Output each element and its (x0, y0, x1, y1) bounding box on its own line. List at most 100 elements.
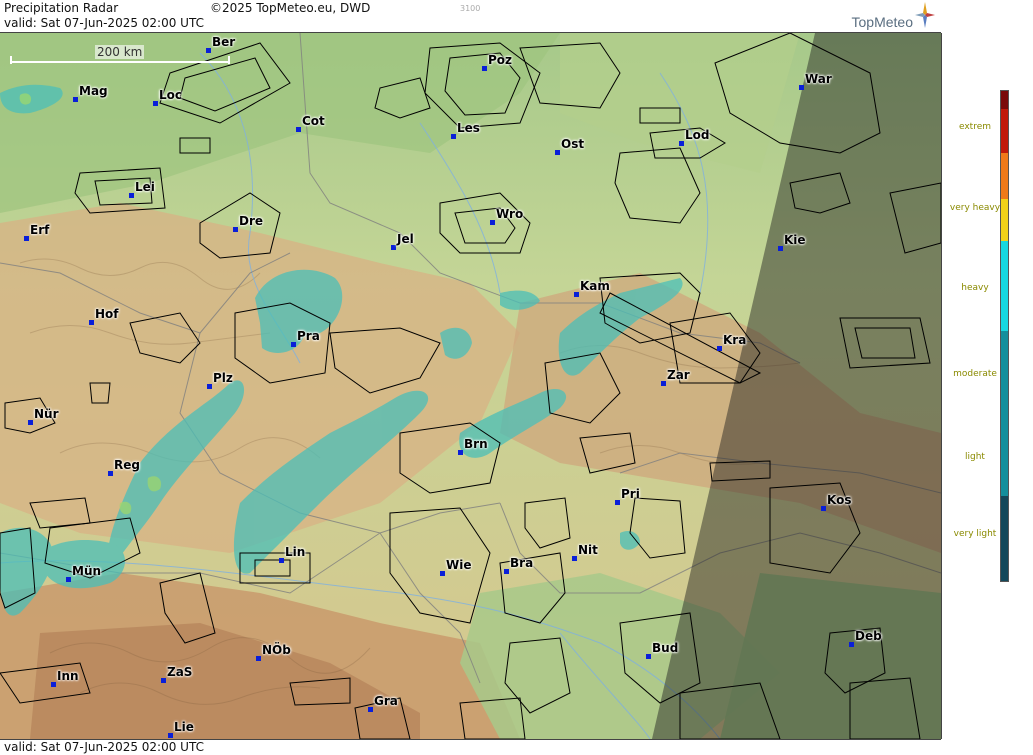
city-label: Kra (723, 333, 747, 347)
city-marker (615, 500, 620, 505)
city-marker (296, 127, 301, 132)
legend-swatch (1001, 153, 1008, 199)
city-label: ZaS (167, 665, 193, 679)
city-marker (206, 48, 211, 53)
city-marker (161, 678, 166, 683)
city-label: Lod (685, 128, 710, 142)
city-label: Zar (667, 368, 690, 382)
city-label: Bra (510, 556, 534, 570)
city-marker (391, 245, 396, 250)
legend-label: extrem (958, 122, 992, 132)
city-label: Loc (159, 88, 183, 102)
city-marker (28, 420, 33, 425)
city-label: Brn (464, 437, 488, 451)
city-label: Inn (57, 669, 79, 683)
city-marker (108, 471, 113, 476)
city-label: Lei (135, 180, 155, 194)
city-label: Jel (397, 232, 414, 246)
radar-map[interactable]: 200 km Ber Poz War Mag Loc Cot Les Lod Ost Lei Wro… (0, 33, 942, 739)
city-marker (73, 97, 78, 102)
city-marker (482, 66, 487, 71)
city-label: Bud (652, 641, 679, 655)
city-marker (799, 85, 804, 90)
city-label: Kam (580, 279, 610, 293)
city-marker (89, 320, 94, 325)
legend-color-bar (1000, 90, 1009, 582)
map-title: Precipitation Radar (4, 1, 119, 15)
footer-bar: valid: Sat 07-Jun-2025 02:00 UTC (0, 739, 941, 755)
legend-label: very heavy (949, 203, 1001, 213)
city-marker (129, 193, 134, 198)
city-label: Kie (784, 233, 806, 247)
copyright: ©2025 TopMeteo.eu, DWD (210, 1, 371, 15)
city-marker (368, 707, 373, 712)
city-label: Plz (213, 371, 233, 385)
legend-swatch (1001, 331, 1008, 496)
city-marker (679, 141, 684, 146)
city-label: NÖb (262, 643, 291, 657)
map-background (0, 33, 941, 739)
city-label: Hof (95, 307, 119, 321)
legend-label: heavy (961, 283, 989, 293)
city-label: Wie (446, 558, 472, 572)
city-label: Kos (827, 493, 852, 507)
city-marker (661, 381, 666, 386)
city-label: Ber (212, 35, 236, 49)
valid-time: valid: Sat 07-Jun-2025 02:00 UTC (4, 16, 204, 30)
city-label: Lie (174, 720, 194, 734)
city-marker (574, 292, 579, 297)
logo-text: TopMeteo (851, 14, 913, 30)
scale-label: 200 km (95, 45, 145, 59)
city-marker (555, 150, 560, 155)
scale-bar: 200 km (10, 45, 230, 65)
city-marker (451, 134, 456, 139)
legend-label: moderate (953, 369, 997, 379)
city-marker (458, 450, 463, 455)
legend-label: light (965, 452, 985, 462)
header-marker: 3100 (460, 4, 481, 13)
city-label: Reg (114, 458, 140, 472)
city-label: Nür (34, 407, 59, 421)
city-marker (153, 101, 158, 106)
city-label: Wro (496, 207, 524, 221)
city-label: Poz (488, 53, 513, 67)
footer-valid-time: valid: Sat 07-Jun-2025 02:00 UTC (4, 740, 204, 754)
city-marker (646, 654, 651, 659)
compass-icon (915, 2, 935, 28)
city-label: Ost (561, 137, 585, 151)
city-marker (291, 342, 296, 347)
city-marker (572, 556, 577, 561)
city-label: War (805, 72, 832, 86)
city-marker (24, 236, 29, 241)
city-marker (821, 506, 826, 511)
city-label: Nit (578, 543, 598, 557)
city-marker (256, 656, 261, 661)
city-label: Erf (30, 223, 50, 237)
intensity-legend: extrem very heavy heavy moderate light very l… (942, 0, 1033, 754)
city-marker (849, 642, 854, 647)
city-label: Mün (72, 564, 102, 578)
legend-label: very light (953, 529, 997, 539)
city-label: Mag (79, 84, 108, 98)
city-marker (440, 571, 445, 576)
header-bar: Precipitation Radar valid: Sat 07-Jun-20… (0, 0, 941, 33)
city-marker (778, 246, 783, 251)
city-marker (168, 733, 173, 738)
city-marker (207, 384, 212, 389)
city-marker (233, 227, 238, 232)
city-marker (51, 682, 56, 687)
city-label: Dre (239, 214, 264, 228)
city-label: Pri (621, 487, 640, 501)
city-label: Gra (374, 694, 398, 708)
city-label: Deb (855, 629, 882, 643)
city-marker (66, 577, 71, 582)
city-marker (717, 346, 722, 351)
city-marker (490, 220, 495, 225)
city-label: Les (457, 121, 480, 135)
city-label: Cot (302, 114, 325, 128)
city-label: Pra (297, 329, 320, 343)
city-marker (504, 569, 509, 574)
legend-swatch (1001, 91, 1008, 109)
city-marker (279, 558, 284, 563)
city-label: Lin (285, 545, 306, 559)
